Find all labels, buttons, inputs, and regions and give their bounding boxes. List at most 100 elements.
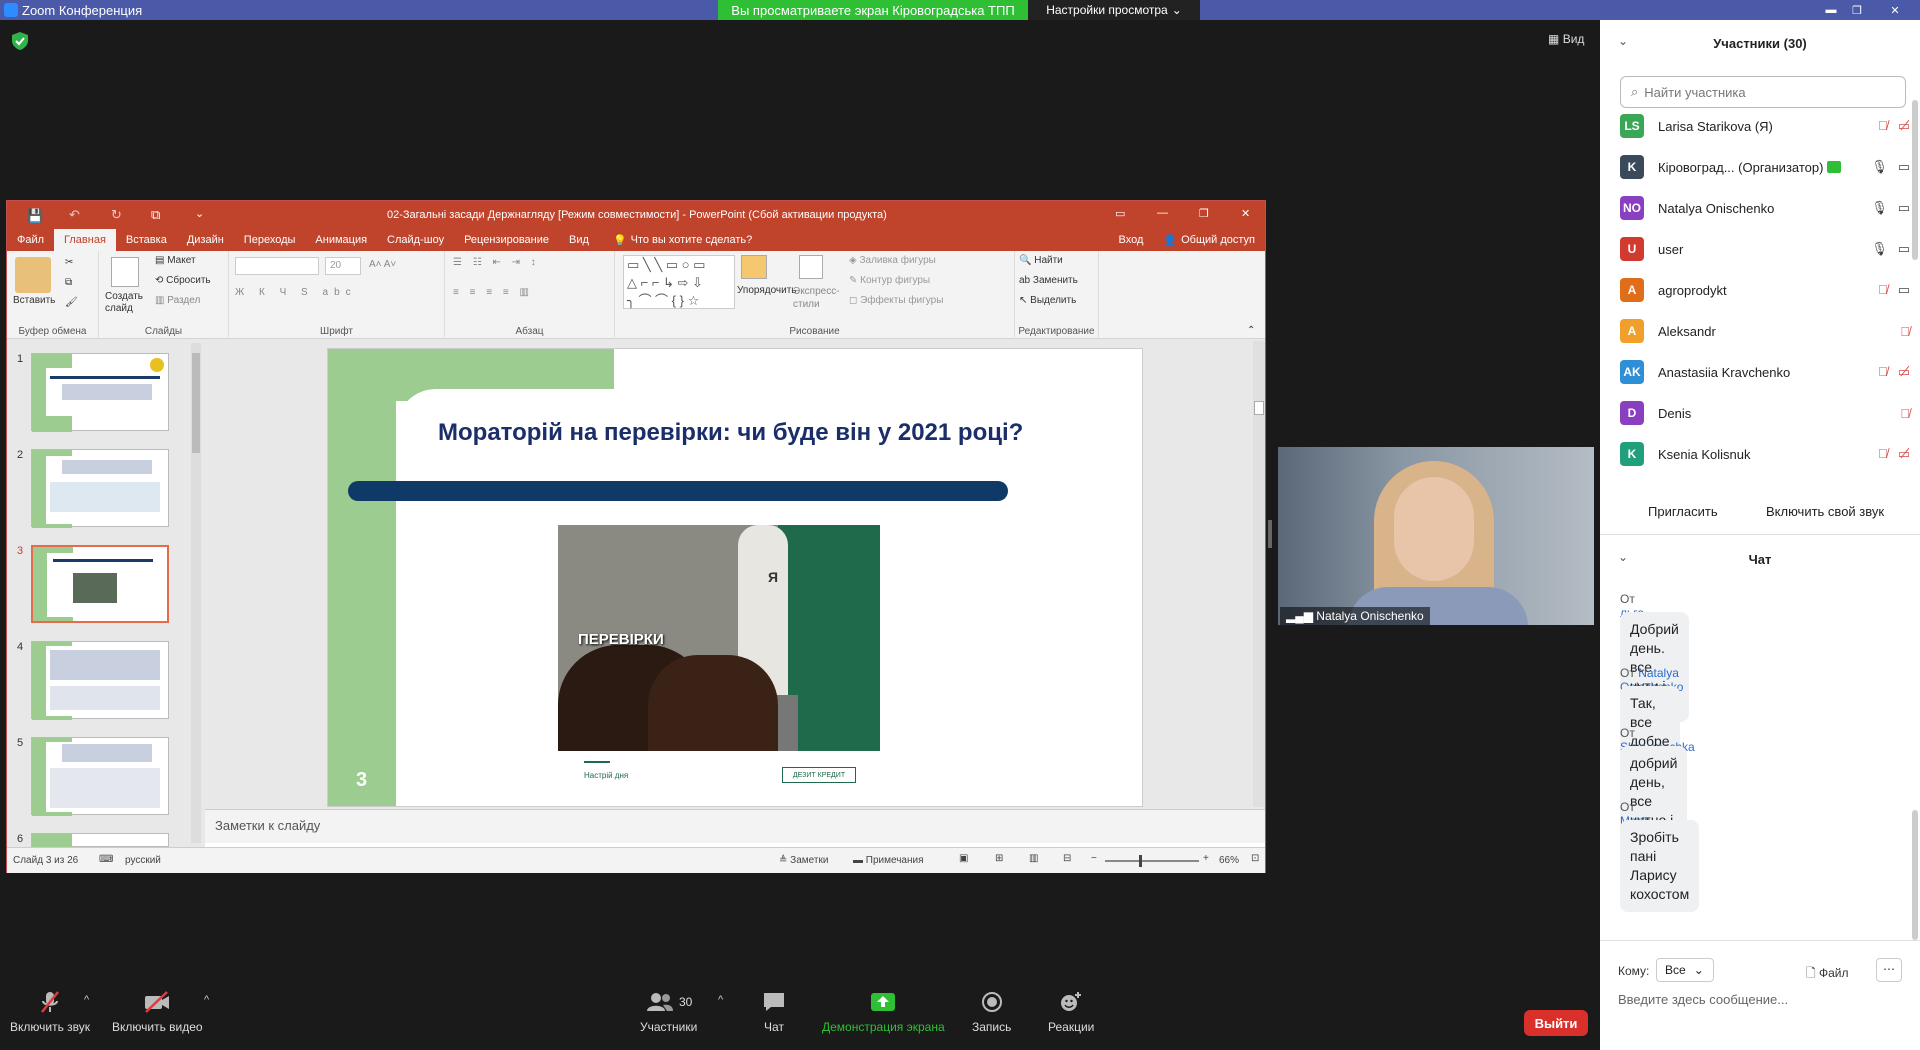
shield-icon[interactable] [12,32,28,50]
current-slide[interactable]: Мораторій на перевірки: чи буде він у 20… [327,348,1143,807]
slide-thumbnail[interactable] [31,833,169,848]
restore-button[interactable]: ❐ [1844,0,1870,20]
share-screen-button[interactable]: Демонстрация экрана [822,990,945,1034]
chat-input[interactable]: Введите здесь сообщение... [1618,992,1788,1007]
participant-search[interactable]: ⌕ Найти участника [1620,76,1906,108]
layout-button[interactable]: ▤ Макет [155,255,196,266]
tab-review[interactable]: Рецензирование [454,229,559,251]
minimize-button[interactable]: ▬ [1818,0,1844,20]
chat-scrollbar[interactable] [1912,810,1918,940]
collapse-ribbon-icon[interactable]: ⌃ [1247,325,1255,336]
customize-qat-icon[interactable]: ⌄ [195,207,204,220]
reset-button[interactable]: ⟲ Сбросить [155,275,211,286]
ppt-maximize-button[interactable]: ❐ [1199,207,1209,220]
tab-home[interactable]: Главная [54,229,116,251]
participant-row[interactable]: K Кіровоград... (Организатор) 🎙 ▭ [1620,147,1910,187]
slideshow-view-icon[interactable]: ⊟ [1063,853,1071,864]
paste-button[interactable]: Вставить [13,295,55,306]
thumbnails-scrollbar[interactable] [191,343,201,843]
quick-styles-button[interactable]: Экспресс-стили [793,285,843,311]
replace-button[interactable]: ab Заменить [1019,275,1078,286]
video-options-caret[interactable]: ^ [204,994,209,1006]
align-icons[interactable]: ≡ ≡ ≡ ≡ ▥ [453,287,533,298]
slideshow-start-icon[interactable]: ⧉ [151,207,160,223]
tell-me-box[interactable]: 💡 Что вы хотите сделать? [599,229,762,251]
participant-row[interactable]: NO Natalya Onischenko 🎙 ▭ [1620,188,1910,228]
chat-file-button[interactable]: 🗋 Файл [1806,964,1849,985]
shape-fill-button[interactable]: ◈ Заливка фигуры [849,255,936,266]
slide-sorter-icon[interactable]: ⊞ [995,853,1003,864]
slide-thumbnail-selected[interactable] [31,545,169,623]
sign-in-link[interactable]: Вход [1109,229,1154,251]
copy-icon[interactable]: ⧉ [65,277,72,288]
new-slide-button[interactable]: Создать слайд [105,291,149,315]
arrange-button[interactable]: Упорядочить [737,285,797,296]
unmute-button[interactable]: Включить звук [10,990,90,1034]
participant-row[interactable]: Aagroprodykt 🎙̸ ▭ [1620,270,1910,310]
view-button[interactable]: ▦ Вид [1548,32,1584,46]
notes-toggle[interactable]: ≜ Заметки [779,855,828,866]
zoom-out-icon[interactable]: − [1091,853,1097,864]
fit-slide-icon[interactable]: ⊡ [1251,853,1259,864]
invite-button[interactable]: Пригласить [1638,500,1728,523]
more-options-icon[interactable]: ⋯ [1876,958,1902,982]
tab-file[interactable]: Файл [7,229,54,251]
save-icon[interactable]: 💾 [27,208,43,224]
font-size-box[interactable]: 20 [325,257,361,275]
participant-row[interactable]: AK Anastasiia Kravchenko 🎙̸ ▭̸ [1620,352,1910,392]
language-indicator[interactable]: русский [125,855,161,866]
notes-pane[interactable]: Заметки к слайду [205,809,1265,843]
audio-options-caret[interactable]: ^ [84,994,89,1006]
view-settings-button[interactable]: Настройки просмотра ⌄ [1028,0,1200,20]
chat-recipient-select[interactable]: Все ⌄ [1656,958,1714,982]
redo-icon[interactable]: ↻ [111,207,122,223]
font-format-icons[interactable]: Ж К Ч S abc [235,287,357,298]
tab-insert[interactable]: Вставка [116,229,177,251]
participant-row[interactable]: Uuser 🎙 ▭ [1620,229,1910,269]
participant-row[interactable]: K Ksenia Kolisnuk 🎙̸ ▭̸ [1620,434,1910,474]
chat-button[interactable]: Чат [762,990,786,1034]
ppt-close-button[interactable]: ✕ [1241,207,1250,220]
arrange-icon[interactable] [741,255,767,279]
undo-icon[interactable]: ↶ [69,207,80,223]
participant-row[interactable]: A Aleksandr 🎙̸ [1620,311,1910,351]
reading-view-icon[interactable]: ▥ [1029,853,1038,864]
slide-thumbnail[interactable] [31,737,169,816]
reactions-button[interactable]: Реакции [1048,990,1094,1034]
unmute-myself-button[interactable]: Включить свой звук [1756,500,1894,523]
ppt-minimize-button[interactable]: — [1157,207,1168,219]
ribbon-options-icon[interactable]: ▭ [1115,207,1125,220]
quick-styles-icon[interactable] [799,255,823,279]
participants-options-caret[interactable]: ^ [718,994,723,1006]
slide-thumbnail[interactable] [31,449,169,528]
slide-thumbnail[interactable] [31,641,169,720]
start-video-button[interactable]: Включить видео [112,990,203,1034]
zoom-slider[interactable] [1105,855,1199,867]
tab-design[interactable]: Дизайн [177,229,234,251]
participant-row[interactable]: D Denis 🎙̸ [1620,393,1910,433]
participant-video-tile[interactable]: ▂▄▆ Natalya Onischenko [1278,447,1594,625]
new-slide-icon[interactable] [111,257,139,287]
participant-row[interactable]: LS Larisa Starikova (Я) 🎙̸ ▭̸ [1620,106,1910,146]
slide-scrollbar[interactable] [1253,341,1265,807]
tab-slideshow[interactable]: Слайд-шоу [377,229,454,251]
tab-view[interactable]: Вид [559,229,599,251]
tab-transitions[interactable]: Переходы [234,229,306,251]
record-button[interactable]: Запись [972,990,1011,1034]
normal-view-icon[interactable]: ▣ [959,853,968,864]
zoom-level[interactable]: 66% [1219,855,1239,866]
leave-button[interactable]: Выйти [1524,1010,1588,1036]
font-name-box[interactable] [235,257,319,275]
section-button[interactable]: ▥ Раздел [155,295,200,306]
comments-toggle[interactable]: ▬ Примечания [853,855,924,866]
shape-effects-button[interactable]: ◻ Эффекты фигуры [849,295,943,306]
splitter-handle[interactable] [1268,520,1272,548]
paste-icon[interactable] [15,257,51,293]
list-icons[interactable]: ☰ ☷ ⇤ ⇥ ↕ [453,257,540,268]
tab-animations[interactable]: Анимация [305,229,377,251]
close-button[interactable]: ✕ [1870,0,1920,20]
font-grow-shrink-icon[interactable]: A˄ A˅ [369,259,396,270]
participants-button[interactable]: 30 Участники [640,990,697,1034]
zoom-in-icon[interactable]: + [1203,853,1209,864]
shape-outline-button[interactable]: ✎ Контур фигуры [849,275,930,286]
